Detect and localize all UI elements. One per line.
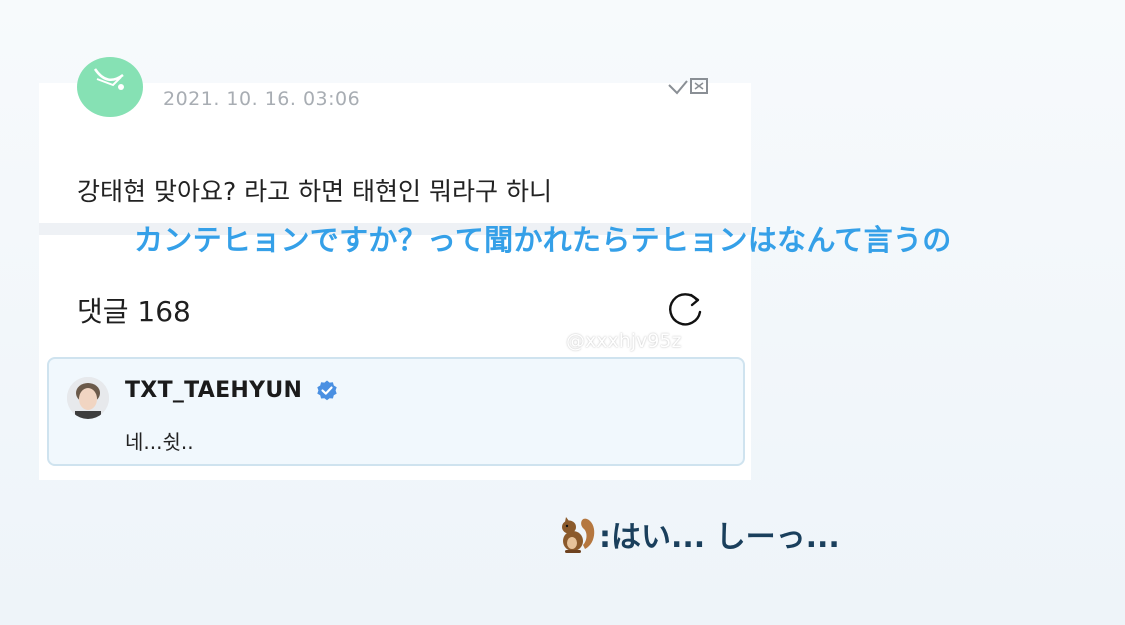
bottom-caption-text: :はい... しーっ... xyxy=(599,520,840,555)
post-card: 2021. 10. 16. 03:06 강태현 맞아요? 라고 하면 태현인 뭐… xyxy=(39,57,751,223)
translation-caption: カンテヒョンですか？って聞かれたらテヒョンはなんて言うの xyxy=(134,223,952,257)
commenter-avatar[interactable] xyxy=(67,377,109,419)
squirrel-icon xyxy=(562,517,595,553)
comments-count: 댓글 168 xyxy=(77,295,191,328)
post-date: 2021. 10. 16. 03:06 xyxy=(163,88,361,110)
comments-section: 댓글 168 @xxxhjv95z TXT_TAEHYUN 네...쉿.. xyxy=(39,235,751,480)
comment-text: 네...쉿.. xyxy=(125,430,194,454)
expand-icon[interactable] xyxy=(665,77,711,97)
comment-username[interactable]: TXT_TAEHYUN xyxy=(125,378,302,403)
verified-icon xyxy=(317,380,337,401)
comment-item[interactable]: TXT_TAEHYUN 네...쉿.. xyxy=(47,357,745,466)
watermark: @xxxhjv95z xyxy=(566,330,682,352)
post-text: 강태현 맞아요? 라고 하면 태현인 뭐라구 하니 xyxy=(77,177,552,206)
weverse-avatar-icon xyxy=(93,68,124,90)
author-avatar[interactable] xyxy=(77,57,143,117)
bottom-caption: :はい... しーっ... xyxy=(557,512,840,556)
refresh-icon[interactable] xyxy=(666,288,706,328)
